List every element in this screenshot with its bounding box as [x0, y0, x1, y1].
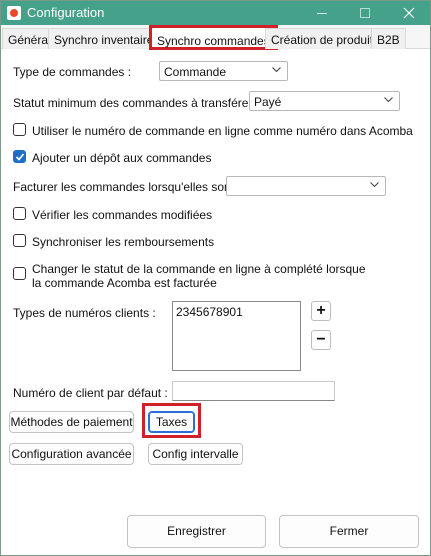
chevron-down-icon	[384, 97, 393, 103]
verify-modified-checkbox[interactable]	[13, 207, 26, 220]
minimize-button[interactable]	[301, 1, 343, 25]
change-status-checkbox[interactable]	[13, 267, 26, 280]
change-status-label-line1: Changer le statut de la commande en lign…	[32, 262, 366, 276]
default-client-label: Numéro de client par défaut :	[13, 386, 168, 400]
invoice-when-label: Facturer les commandes lorsqu'elles sont…	[13, 180, 241, 194]
window-title: Configuration	[27, 5, 105, 20]
sync-refunds-label: Synchroniser les remboursements	[32, 235, 215, 249]
payment-methods-button[interactable]: Méthodes de paiement	[9, 411, 134, 433]
close-icon	[403, 7, 415, 19]
order-type-value: Commande	[164, 65, 227, 79]
min-status-select[interactable]: Payé	[249, 91, 400, 111]
title-bar[interactable]: Configuration	[1, 1, 430, 25]
order-type-label: Type de commandes :	[13, 65, 132, 79]
client-number-types-label: Types de numéros clients :	[13, 306, 156, 320]
configuration-window: Configuration Général Synchro inventaire…	[0, 0, 431, 556]
change-status-label-line2: la commande Acomba est facturée	[32, 276, 217, 290]
use-online-number-checkbox[interactable]	[13, 123, 26, 136]
list-item[interactable]: 2345678901	[176, 305, 297, 319]
tab-creation-produits[interactable]: Création de produits	[265, 28, 386, 49]
interval-config-button[interactable]: Config intervalle	[148, 443, 243, 465]
tab-strip: Général Synchro inventaires Synchro comm…	[1, 25, 430, 50]
default-client-input[interactable]	[172, 381, 335, 401]
sync-refunds-checkbox[interactable]	[13, 234, 26, 247]
client-number-types-list[interactable]: 2345678901	[172, 301, 301, 371]
close-window-button[interactable]	[388, 1, 430, 25]
close-button[interactable]: Fermer	[279, 515, 419, 548]
chevron-down-icon	[272, 67, 281, 73]
add-client-type-button[interactable]: +	[311, 301, 331, 321]
min-status-label: Statut minimum des commandes à transfére…	[13, 96, 260, 110]
min-status-value: Payé	[254, 95, 282, 109]
order-type-select[interactable]: Commande	[159, 61, 288, 81]
save-button[interactable]: Enregistrer	[127, 515, 266, 548]
app-icon	[7, 6, 21, 20]
remove-client-type-button[interactable]: −	[311, 330, 331, 350]
maximize-icon	[360, 8, 370, 18]
use-online-number-label: Utiliser le numéro de commande en ligne …	[32, 124, 413, 138]
tab-b2b[interactable]: B2B	[371, 28, 406, 49]
checkmark-icon	[15, 153, 25, 161]
tab-synchro-commandes[interactable]: Synchro commandes	[149, 25, 278, 50]
minimize-icon	[317, 13, 327, 14]
verify-modified-label: Vérifier les commandes modifiées	[32, 208, 213, 222]
tab-synchro-inventaires[interactable]: Synchro inventaires	[48, 28, 166, 49]
advanced-config-button[interactable]: Configuration avancée	[9, 443, 134, 465]
maximize-button[interactable]	[344, 1, 386, 25]
add-deposit-checkbox[interactable]	[13, 150, 26, 163]
invoice-when-select[interactable]	[226, 176, 386, 196]
chevron-down-icon	[370, 182, 379, 188]
taxes-button[interactable]: Taxes	[148, 411, 195, 433]
tab-content: Type de commandes : Commande Statut mini…	[1, 50, 430, 555]
add-deposit-label: Ajouter un dépôt aux commandes	[32, 151, 212, 165]
